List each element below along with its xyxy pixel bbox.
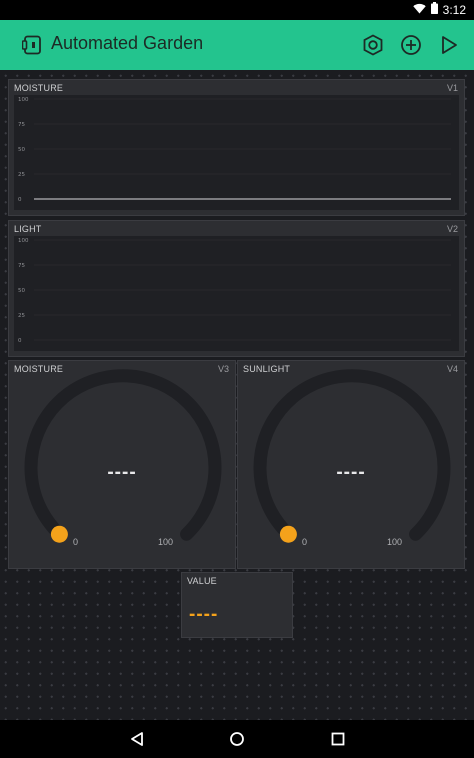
widget-pin: V2 (446, 224, 458, 234)
y-tick-label: 0 (18, 338, 22, 344)
gauge-indicator (50, 525, 68, 543)
y-tick-label: 50 (18, 147, 25, 153)
status-icons: 3:12 (412, 2, 466, 17)
gauge-max: 100 (387, 537, 403, 547)
sunlight-gauge-widget[interactable]: SUNLIGHT V4 ---- 0 100 (237, 360, 465, 569)
recents-button[interactable] (328, 729, 348, 749)
play-button[interactable] (437, 33, 461, 57)
moisture-chart: 100 75 50 25 0 (14, 95, 459, 210)
moisture-gauge-widget[interactable]: MOISTURE V3 ---- 0 100 (8, 360, 236, 569)
gauge-indicator (279, 525, 297, 543)
widget-title: VALUE (187, 576, 217, 586)
value-display-widget[interactable]: VALUE ---- (181, 572, 293, 638)
gauge-min: 0 (302, 537, 308, 547)
y-tick-label: 75 (18, 122, 25, 128)
y-tick-label: 100 (18, 97, 29, 103)
y-tick-label: 100 (18, 238, 29, 244)
widget-pin: V1 (446, 83, 458, 93)
recents-icon (331, 732, 345, 746)
nav-bar (0, 720, 474, 758)
gauge-value: ---- (336, 462, 366, 483)
gauge-max: 100 (158, 537, 174, 547)
value-display: ---- (189, 604, 219, 625)
status-bar: 3:12 (0, 0, 474, 20)
play-icon (442, 36, 457, 54)
back-button[interactable] (127, 729, 147, 749)
light-chart-widget[interactable]: LIGHT V2 100 75 50 25 0 (8, 220, 465, 357)
y-tick-label: 50 (18, 288, 25, 294)
app-title: Automated Garden (51, 33, 204, 53)
battery-icon (430, 2, 438, 17)
wifi-icon (412, 3, 426, 17)
home-icon (230, 732, 244, 746)
moisture-chart-widget[interactable]: MOISTURE V1 100 75 50 25 0 (8, 79, 465, 216)
app-bar: Automated Garden (0, 20, 474, 70)
settings-button[interactable] (361, 33, 385, 57)
gauge-min: 0 (73, 537, 79, 547)
dashboard-canvas[interactable]: MOISTURE V1 100 75 50 25 0 LIGHT V2 100 75 50 2… (0, 70, 474, 720)
y-tick-label: 25 (18, 172, 25, 178)
status-time: 3:12 (442, 2, 466, 17)
widget-title: LIGHT (14, 224, 42, 234)
y-tick-label: 0 (18, 197, 22, 203)
y-tick-label: 75 (18, 263, 25, 269)
y-tick-label: 25 (18, 313, 25, 319)
add-icon (401, 35, 421, 55)
gauge-value: ---- (107, 462, 137, 483)
home-button[interactable] (227, 729, 247, 749)
light-chart: 100 75 50 25 0 (14, 236, 459, 351)
back-icon (131, 732, 143, 746)
add-widget-button[interactable] (399, 33, 423, 57)
settings-icon (363, 34, 383, 56)
project-icon[interactable] (21, 35, 42, 55)
widget-title: MOISTURE (14, 83, 64, 93)
